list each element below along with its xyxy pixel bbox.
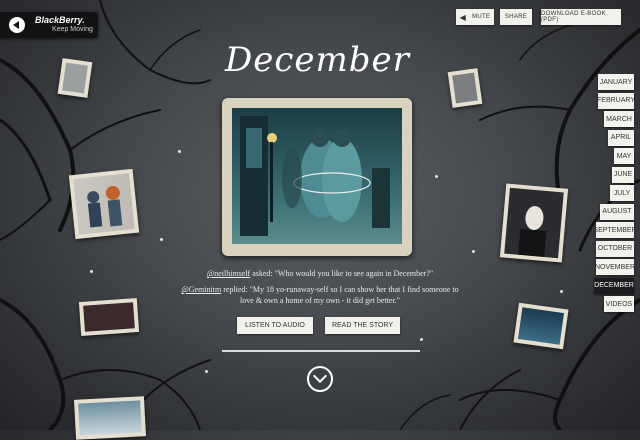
month-link[interactable]: VIDEOS: [604, 296, 634, 312]
chevron-down-icon: [312, 368, 328, 384]
month-link[interactable]: JULY: [610, 185, 634, 201]
photo-thumbnail[interactable]: [447, 68, 483, 108]
photo-image: [73, 173, 135, 235]
snowflake: [178, 150, 181, 153]
photo-image: [504, 187, 564, 259]
photo-thumbnail[interactable]: [68, 168, 140, 240]
page-title: December: [225, 40, 410, 80]
listen-to-audio-button[interactable]: LISTEN TO AUDIO: [237, 317, 313, 334]
photo-image: [452, 72, 478, 104]
main-illustration-frame[interactable]: [222, 98, 412, 256]
month-link[interactable]: APRIL: [608, 129, 634, 146]
photo-image: [62, 62, 88, 94]
download-label: DOWNLOAD E-BOOK (PDF): [541, 11, 606, 23]
month-link[interactable]: NOVEMBER: [595, 259, 635, 275]
read-label: READ THE STORY: [331, 322, 394, 329]
snowflake: [560, 290, 563, 293]
mute-button[interactable]: ◀ MUTE: [456, 9, 494, 25]
month-link[interactable]: MAY: [614, 148, 634, 164]
photo-thumbnail[interactable]: [57, 58, 93, 98]
snowflake: [160, 238, 163, 241]
brand-tagline: Keep Moving: [52, 26, 93, 33]
speaker-icon: ◀: [459, 12, 467, 22]
month-link[interactable]: DECEMBER: [594, 277, 634, 294]
scroll-down-button[interactable]: [307, 366, 333, 392]
read-the-story-button[interactable]: READ THE STORY: [325, 317, 400, 334]
month-link[interactable]: JANUARY: [598, 74, 634, 90]
mute-label: MUTE: [472, 14, 491, 20]
photo-image: [78, 400, 142, 436]
back-arrow-icon[interactable]: [9, 17, 25, 33]
photo-thumbnail[interactable]: [78, 298, 140, 336]
main-illustration: [232, 108, 402, 244]
photo-image: [83, 302, 135, 332]
photo-image: [517, 307, 565, 345]
divider: [222, 350, 420, 352]
reply-body: replied: "My 18 yo-runaway-self so I can…: [221, 285, 459, 305]
reply-handle-link[interactable]: @Geminitm: [181, 285, 221, 294]
month-link[interactable]: FEBRUARY: [597, 92, 635, 109]
brand-name: BlackBerry.: [35, 15, 85, 25]
photo-thumbnail[interactable]: [513, 302, 569, 350]
snowflake: [472, 250, 475, 253]
month-link[interactable]: OCTOBER: [596, 240, 634, 257]
question-text: @neilhimself asked: "Who would you like …: [150, 268, 490, 279]
snowflake: [90, 270, 93, 273]
share-label: SHARE: [504, 14, 528, 20]
month-link[interactable]: JUNE: [612, 166, 634, 183]
reply-text: @Geminitm replied: "My 18 yo-runaway-sel…: [175, 284, 465, 306]
month-link[interactable]: MARCH: [604, 111, 634, 127]
question-handle-link[interactable]: @neilhimself: [207, 269, 250, 278]
photo-thumbnail[interactable]: [74, 396, 146, 440]
blackberry-brand-tab[interactable]: BlackBerry. Keep Moving: [0, 12, 98, 38]
month-link[interactable]: SEPTEMBER: [593, 222, 637, 238]
illustration-scene: [240, 116, 390, 236]
snowflake: [420, 338, 423, 341]
listen-label: LISTEN TO AUDIO: [245, 322, 305, 329]
question-body: asked: "Who would you like to see again …: [250, 269, 434, 278]
photo-thumbnail[interactable]: [499, 183, 569, 263]
download-ebook-button[interactable]: DOWNLOAD E-BOOK (PDF): [541, 9, 621, 25]
snowflake: [435, 175, 438, 178]
month-link[interactable]: AUGUST: [600, 203, 634, 220]
snowflake: [205, 370, 208, 373]
share-button[interactable]: SHARE: [500, 9, 532, 25]
